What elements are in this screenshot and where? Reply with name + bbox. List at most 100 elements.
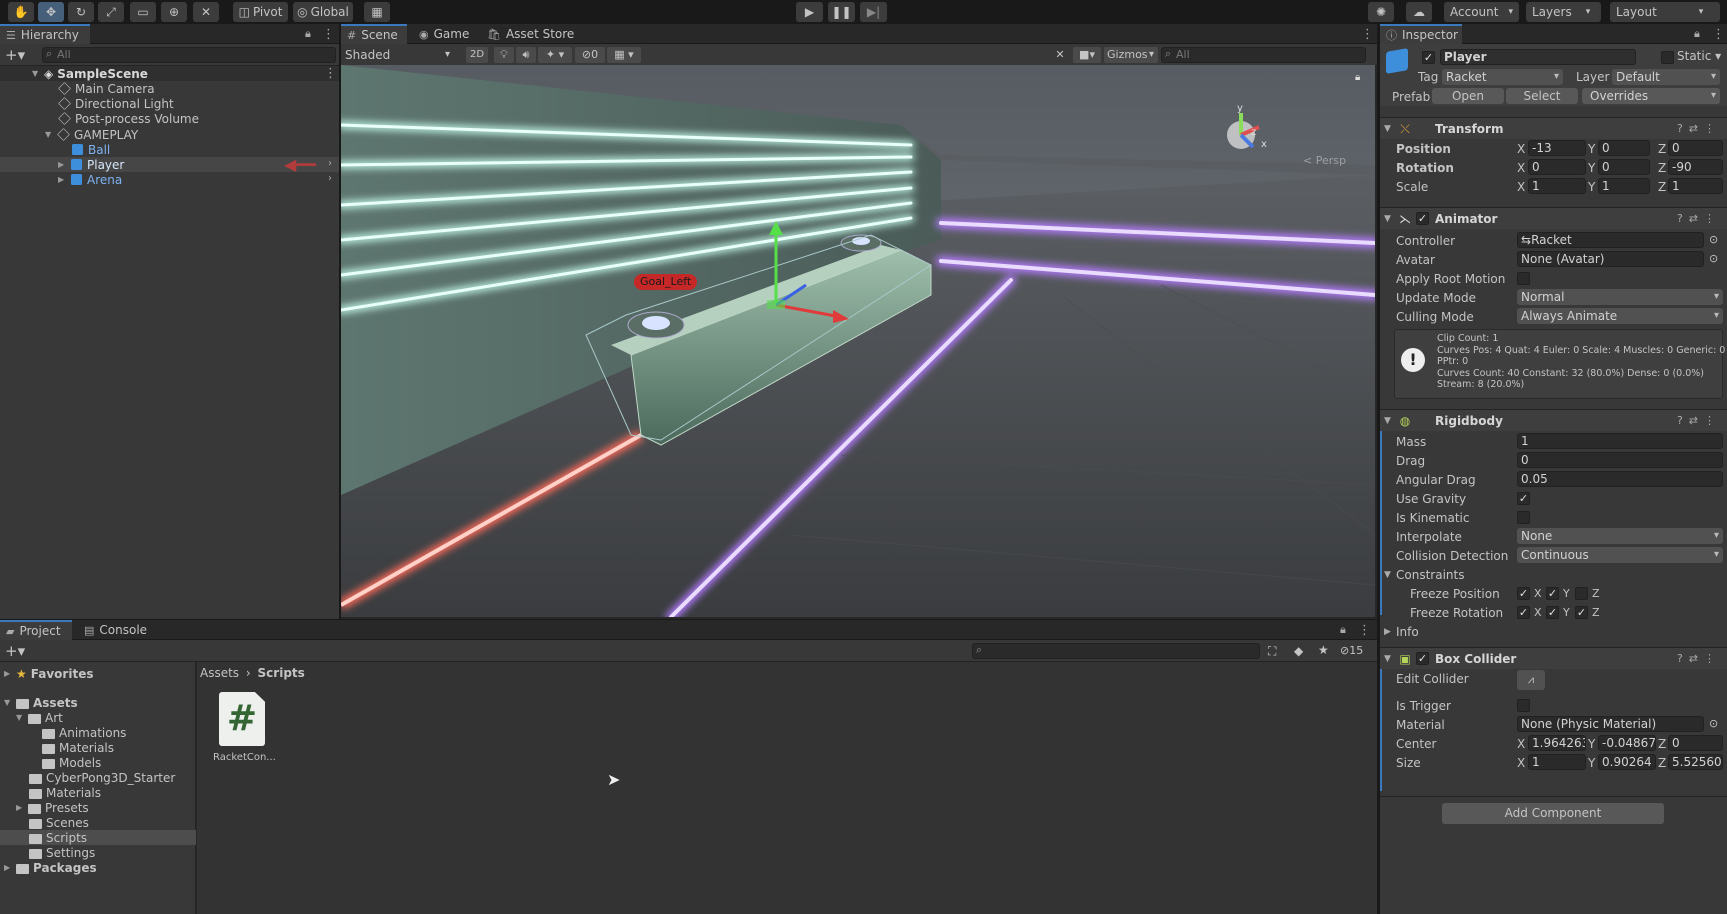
position-y-field[interactable]: 0 bbox=[1598, 140, 1650, 156]
gizmos-dropdown[interactable]: Gizmos ▾ bbox=[1104, 47, 1158, 63]
static-checkbox[interactable] bbox=[1661, 51, 1674, 64]
constraints-row[interactable]: ▼ Constraints bbox=[1380, 565, 1727, 584]
object-picker-icon[interactable]: ⊙ bbox=[1709, 252, 1718, 265]
file-name[interactable]: RacketCon... bbox=[213, 752, 276, 763]
hierarchy-search-input[interactable]: All bbox=[42, 47, 336, 63]
tree-item[interactable]: CyberPong3D_Starter bbox=[29, 770, 175, 785]
filter-type-icon[interactable]: ⛶ bbox=[1268, 644, 1276, 659]
scene-row[interactable]: ▼ ◈ SampleScene ⋮ bbox=[0, 66, 339, 81]
scale-tool-icon[interactable]: ⤢ bbox=[98, 2, 124, 22]
lock-icon[interactable]: 🔒︎ bbox=[1340, 623, 1346, 637]
tree-item[interactable]: Settings bbox=[29, 845, 95, 860]
hand-tool-icon[interactable]: ✋ bbox=[8, 2, 34, 22]
tab-hierarchy[interactable]: ☰ Hierarchy bbox=[0, 24, 90, 44]
tree-item[interactable]: Models bbox=[42, 755, 101, 770]
tab-scene[interactable]: # Scene bbox=[341, 24, 407, 44]
size-x-field[interactable]: 1 bbox=[1528, 754, 1586, 770]
layer-dropdown[interactable]: Default bbox=[1612, 69, 1720, 85]
hidden-objects-toggle[interactable]: ⊘0 bbox=[575, 47, 605, 63]
more-menu-icon[interactable]: ⋮ bbox=[1712, 28, 1725, 41]
use-gravity-checkbox[interactable]: ✓ bbox=[1517, 492, 1530, 505]
culling-mode-dropdown[interactable]: Always Animate bbox=[1517, 308, 1723, 324]
component-actions-icons[interactable]: ?⇄⋮ bbox=[1677, 122, 1721, 135]
rect-tool-icon[interactable]: ▭ bbox=[130, 2, 156, 22]
transform-tool-icon[interactable]: ⊕ bbox=[161, 2, 187, 22]
tree-item[interactable]: Materials bbox=[29, 785, 101, 800]
size-z-field[interactable]: 5.525604 bbox=[1668, 754, 1723, 770]
position-x-field[interactable]: -13 bbox=[1528, 140, 1586, 156]
favorites-row[interactable]: ▶ ★ Favorites bbox=[0, 666, 93, 681]
center-y-field[interactable]: -0.04867 bbox=[1598, 735, 1656, 751]
filter-label-icon[interactable]: ◆ bbox=[1294, 644, 1303, 658]
tab-asset-store[interactable]: 🛍︎ Asset Store bbox=[481, 24, 581, 44]
lock-icon[interactable]: 🔒︎ bbox=[1694, 27, 1700, 41]
layers-dropdown[interactable]: Layers ▾ bbox=[1526, 2, 1601, 22]
more-menu-icon[interactable]: ⋮ bbox=[1361, 28, 1374, 41]
component-actions-icons[interactable]: ?⇄⋮ bbox=[1677, 212, 1721, 225]
mass-field[interactable]: 1 bbox=[1517, 433, 1723, 449]
pause-button[interactable]: ❚❚ bbox=[828, 2, 855, 22]
list-item[interactable]: Ball bbox=[71, 142, 110, 157]
tree-item[interactable]: ▶ Presets bbox=[16, 800, 89, 815]
object-picker-icon[interactable]: ⊙ bbox=[1709, 717, 1718, 730]
scale-z-field[interactable]: 1 bbox=[1668, 178, 1723, 194]
play-button[interactable]: ▶ bbox=[796, 2, 823, 22]
list-item[interactable]: Main Camera bbox=[58, 81, 155, 96]
services-icon[interactable]: ✺ bbox=[1368, 2, 1394, 22]
tree-item[interactable]: ▶ Packages bbox=[0, 860, 97, 875]
scene-viewport[interactable]: y x z Goal_Left < Persp 🔒︎ bbox=[341, 65, 1375, 617]
rigidbody-header[interactable]: ▼ ◍ Rigidbody ?⇄⋮ bbox=[1380, 409, 1727, 431]
step-button[interactable]: ▶| bbox=[860, 2, 887, 22]
csharp-script-icon[interactable]: # bbox=[219, 692, 265, 746]
lock-icon[interactable]: 🔒︎ bbox=[305, 27, 311, 41]
grid-dropdown[interactable]: ▦ ▾ bbox=[607, 47, 641, 63]
size-y-field[interactable]: 0.90264 bbox=[1598, 754, 1656, 770]
tree-item[interactable]: Materials bbox=[42, 740, 114, 755]
freeze-position-z-checkbox[interactable] bbox=[1575, 587, 1588, 600]
tools-icon[interactable]: ✕ bbox=[1051, 47, 1069, 63]
tree-item-selected[interactable]: Scripts bbox=[0, 830, 196, 845]
info-row[interactable]: ▶ Info bbox=[1380, 622, 1727, 641]
object-name-field[interactable]: Player bbox=[1440, 49, 1636, 65]
rotation-z-field[interactable]: -90 bbox=[1668, 159, 1723, 175]
list-item[interactable]: ▼ GAMEPLAY bbox=[45, 127, 138, 142]
active-checkbox[interactable]: ✓ bbox=[1422, 51, 1435, 64]
position-z-field[interactable]: 0 bbox=[1668, 140, 1723, 156]
tab-inspector[interactable]: ⓘ Inspector bbox=[1380, 24, 1462, 44]
2d-toggle[interactable]: 2D bbox=[466, 47, 488, 63]
custom-tool-icon[interactable]: ✕ bbox=[193, 2, 219, 22]
rotation-y-field[interactable]: 0 bbox=[1598, 159, 1650, 175]
freeze-rotation-z-checkbox[interactable]: ✓ bbox=[1575, 606, 1588, 619]
scale-y-field[interactable]: 1 bbox=[1598, 178, 1650, 194]
animator-header[interactable]: ▼ ⋋ ✓ Animator ?⇄⋮ bbox=[1380, 207, 1727, 229]
audio-icon[interactable]: 🔊︎ bbox=[516, 47, 536, 63]
edit-collider-button[interactable]: ⩘ bbox=[1517, 670, 1545, 690]
list-item[interactable]: ▶ Arena bbox=[58, 172, 122, 187]
scene-more-icon[interactable]: ⋮ bbox=[324, 67, 337, 80]
goal-label-tag[interactable]: Goal_Left bbox=[634, 274, 698, 290]
rotate-tool-icon[interactable]: ↻ bbox=[68, 2, 94, 22]
prefab-open-button[interactable]: Open bbox=[1432, 88, 1504, 104]
more-menu-icon[interactable]: ⋮ bbox=[322, 28, 335, 41]
animator-enabled-checkbox[interactable]: ✓ bbox=[1416, 212, 1429, 225]
tree-item[interactable]: Scenes bbox=[29, 815, 89, 830]
box-collider-header[interactable]: ▼ ▣ ✓ Box Collider ?⇄⋮ bbox=[1380, 647, 1727, 669]
center-z-field[interactable]: 0 bbox=[1668, 735, 1723, 751]
collision-detection-dropdown[interactable]: Continuous bbox=[1517, 547, 1723, 563]
camera-dropdown[interactable]: ■▾ bbox=[1073, 47, 1101, 63]
tag-dropdown[interactable]: Racket bbox=[1442, 69, 1563, 85]
persp-label[interactable]: < Persp bbox=[1303, 154, 1346, 167]
is-trigger-checkbox[interactable] bbox=[1517, 699, 1530, 712]
hidden-packages-toggle[interactable]: ⊘15 bbox=[1340, 644, 1363, 657]
add-component-button[interactable]: Add Component bbox=[1442, 803, 1664, 824]
cloud-icon[interactable]: ☁ bbox=[1406, 2, 1432, 22]
more-menu-icon[interactable]: ⋮ bbox=[1358, 624, 1371, 637]
freeze-rotation-x-checkbox[interactable]: ✓ bbox=[1517, 606, 1530, 619]
list-item-selected[interactable]: ▶ Player ◀━━ › bbox=[0, 155, 339, 174]
transform-header[interactable]: ▼ ⤬ Transform ?⇄⋮ bbox=[1380, 117, 1727, 139]
freeze-position-y-checkbox[interactable]: ✓ bbox=[1546, 587, 1559, 600]
tab-console[interactable]: ▤ Console bbox=[78, 620, 158, 640]
add-icon[interactable]: +▾ bbox=[5, 642, 25, 660]
lighting-icon[interactable]: 💡︎ bbox=[494, 47, 514, 63]
tab-game[interactable]: ◉ Game bbox=[413, 24, 475, 44]
